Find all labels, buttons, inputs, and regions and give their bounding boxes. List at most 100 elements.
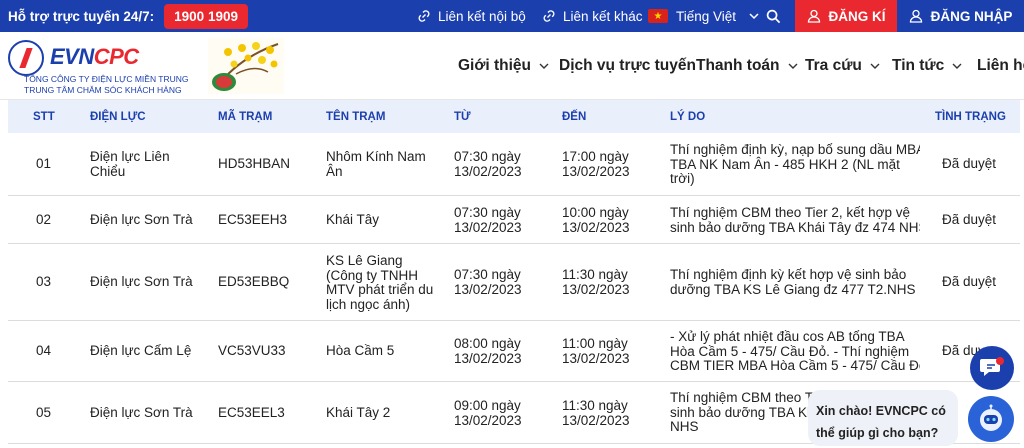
nav-thanh-toan[interactable]: Thanh toán	[696, 32, 799, 100]
top-bar: Hỗ trợ trực tuyến 24/7: 1900 1909 Liên k…	[0, 0, 1024, 32]
cell-line: sinh bảo dưỡng TBA Khái Tây đz 474 NHS	[670, 219, 920, 235]
cell-ly-do: Thí nghiệm định kỳ kết hợp vệ sinh bảo dư…	[670, 268, 920, 297]
support-chat-button[interactable]	[970, 346, 1014, 390]
cell-line: 13/02/2023	[562, 163, 630, 179]
cell-ly-do: Thí nghiệm CBM theo Tier 2, kết hợp vệ si…	[670, 206, 920, 235]
cell-line: 13/02/2023	[562, 281, 630, 297]
cell-line: Khái Tây	[326, 213, 380, 227]
nav-tra-cuu[interactable]: Tra cứu	[805, 32, 881, 100]
cell-line: 07:30 ngày	[454, 206, 521, 220]
cell-tu: 07:30 ngày 13/02/2023	[454, 206, 554, 235]
table-row: 01 Điện lực Liên Chiểu HD53HBAN Nhôm Kính Na…	[8, 133, 1020, 196]
cell-line: Chiểu	[90, 163, 126, 179]
nav-dich-vu-truc-tuyen[interactable]: Dịch vụ trực tuyến	[559, 32, 696, 100]
col-dien-luc: ĐIỆN LỰC	[90, 111, 146, 123]
cell-line: Khái Tây 2	[326, 406, 391, 420]
cell-tinh-trang: Đã duyệt	[942, 275, 997, 289]
chevron-down-icon	[952, 63, 962, 69]
nav-label: Thanh toán	[696, 57, 780, 74]
cell-ten-tram: KS Lê Giang (Công ty TNHH MTV phát triển d…	[326, 254, 446, 312]
cell-line: trời)	[670, 171, 695, 186]
table-row: 02 Điện lực Sơn Trà EC53EEH3 Khái Tây 07:30 …	[8, 196, 1020, 244]
cell-dien-luc: Điện lực Sơn Trà	[90, 406, 210, 421]
link-icon	[418, 10, 430, 22]
lightning-logo-icon	[8, 40, 44, 76]
chatbot-avatar[interactable]	[968, 396, 1014, 442]
cell-line: 13/02/2023	[454, 281, 522, 297]
cell-ten-tram: Hòa Cầm 5	[326, 344, 446, 359]
cell-tinh-trang: Đã duyệt	[942, 213, 997, 227]
cell-line: Nhôm Kính Nam	[326, 150, 426, 164]
greeting-line-2: thể giúp gì cho bạn?	[816, 426, 939, 440]
cell-ly-do: Thí nghiệm định kỳ, nạp bổ sung dầu MBA T…	[670, 143, 920, 187]
cell-line: Thí nghiệm định kỳ kết hợp vệ sinh bảo	[670, 268, 907, 282]
cell-den: 11:30 ngày 13/02/2023	[562, 268, 662, 297]
login-button[interactable]: ĐĂNG NHẬP	[897, 0, 1024, 32]
cell-line: - Xử lý phát nhiệt đầu cos AB tổng TBA	[670, 330, 905, 344]
hotline: Hỗ trợ trực tuyến 24/7: 1900 1909	[8, 0, 248, 32]
internal-links-label: Liên kết nội bộ	[438, 8, 526, 24]
search-button[interactable]	[766, 0, 781, 32]
other-links-label: Liên kết khác	[563, 8, 643, 24]
tet-flower-decoration	[208, 38, 284, 94]
cell-ten-tram: Khái Tây 2	[326, 406, 446, 421]
cell-line: Thí nghiệm định kỳ, nạp bổ sung dầu MBA	[670, 143, 920, 157]
cell-line: dưỡng TBA KS Lê Giang đz 477 T2.NHS	[670, 281, 916, 297]
cell-line: 08:00 ngày	[454, 337, 521, 351]
site-header: EVNCPC TỔNG CÔNG TY ĐIỆN LỰC MIỀN TRUNG …	[0, 32, 1024, 100]
cell-line: Điện lực Sơn Trà	[90, 406, 193, 420]
cell-tinh-trang: Đã duyệt	[942, 157, 997, 171]
cell-dien-luc: Điện lực Cẩm Lệ	[90, 344, 210, 359]
user-icon	[909, 9, 922, 23]
cell-line: lịch ngọc ánh)	[326, 296, 411, 312]
nav-gioi-thieu[interactable]: Giới thiệu	[458, 32, 550, 100]
cell-ten-tram: Khái Tây	[326, 213, 446, 228]
chat-bubble-icon	[980, 357, 1004, 376]
cell-line: CBM TIER MBA Hòa Cầm 5 - 475/ Cầu Đỏ	[670, 358, 920, 373]
hotline-number[interactable]: 1900 1909	[164, 3, 248, 29]
cell-line: 09:00 ngày	[454, 399, 521, 413]
nav-tin-tuc[interactable]: Tin tức	[892, 32, 963, 100]
cell-tu: 08:00 ngày 13/02/2023	[454, 337, 554, 366]
cell-stt: 01	[36, 157, 52, 171]
nav-label: Tin tức	[892, 57, 945, 74]
chat-greeting-bubble[interactable]: Xin chào! EVNCPC có thể giúp gì cho bạn?	[808, 390, 958, 446]
nav-lien-he[interactable]: Liên hệ	[977, 32, 1024, 100]
col-tu: TỪ	[454, 111, 471, 123]
other-links-link[interactable]: Liên kết khác	[541, 0, 643, 32]
cell-line: Điện lực Sơn Trà	[90, 213, 193, 227]
cell-line: (Công ty TNHH	[326, 267, 419, 283]
internal-links-link[interactable]: Liên kết nội bộ	[416, 0, 526, 32]
search-icon	[766, 9, 781, 23]
cell-line: Điện lực Liên	[90, 150, 170, 164]
cell-line: 13/02/2023	[454, 163, 522, 179]
cell-line: 13/02/2023	[454, 412, 522, 428]
cell-ly-do: - Xử lý phát nhiệt đầu cos AB tổng TBA Hò…	[670, 330, 920, 374]
nav-label: Dịch vụ trực tuyến	[559, 57, 696, 74]
chevron-down-icon	[539, 63, 549, 69]
robot-icon	[980, 404, 1002, 431]
chevron-down-icon	[788, 63, 798, 69]
user-icon	[807, 9, 820, 23]
cell-line: 11:00 ngày	[562, 337, 628, 351]
col-tinh-trang: TÌNH TRẠNG	[935, 111, 1006, 123]
cell-line: 13/02/2023	[562, 219, 630, 235]
cell-den: 17:00 ngày 13/02/2023	[562, 150, 662, 179]
language-select[interactable]: ★ Tiếng Việt	[648, 0, 760, 32]
col-ten-tram: TÊN TRẠM	[326, 111, 386, 123]
hotline-label: Hỗ trợ trực tuyến 24/7:	[8, 8, 155, 24]
evncpc-logo[interactable]: EVNCPC TỔNG CÔNG TY ĐIỆN LỰC MIỀN TRUNG …	[8, 38, 208, 95]
cell-ma-tram: HD53HBAN	[218, 157, 291, 171]
cell-line: 07:30 ngày	[454, 150, 521, 164]
link-icon	[543, 10, 555, 22]
greeting-line-1: Xin chào! EVNCPC có	[816, 404, 946, 418]
cell-den: 11:30 ngày 13/02/2023	[562, 399, 662, 428]
register-button[interactable]: ĐĂNG KÍ	[795, 0, 897, 32]
cell-line: 11:30 ngày	[562, 399, 628, 413]
company-subtitle: TRUNG TÂM CHĂM SÓC KHÁCH HÀNG	[24, 85, 182, 95]
language-label: Tiếng Việt	[676, 8, 737, 24]
cell-ma-tram: EC53EEH3	[218, 213, 288, 227]
company-name: TỔNG CÔNG TY ĐIỆN LỰC MIỀN TRUNG	[24, 74, 189, 84]
col-stt: STT	[33, 111, 55, 123]
nav-label: Tra cứu	[805, 57, 862, 74]
